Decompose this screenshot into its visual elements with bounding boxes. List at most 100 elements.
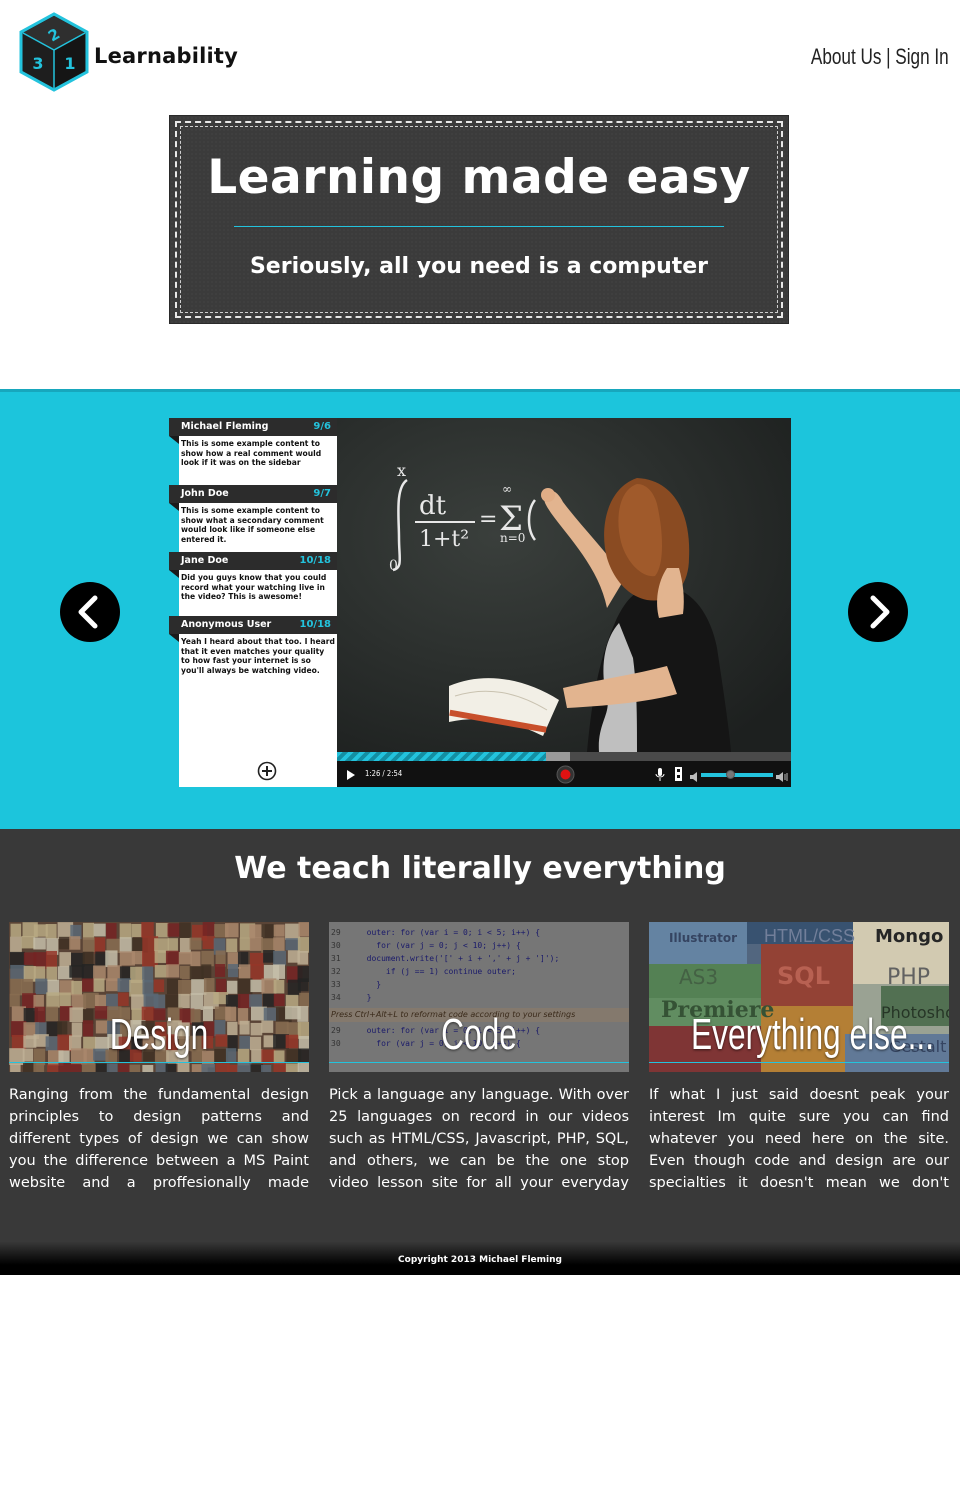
add-comment-button[interactable] (257, 761, 277, 781)
code-line-number: 33 (331, 980, 341, 989)
comment-item: Anonymous User 10/18 Yeah I heard about … (169, 616, 337, 675)
code-line-number: 30 (331, 941, 341, 950)
comment-text: This is some example content to show wha… (181, 506, 324, 544)
code-line-number: 30 (331, 1039, 341, 1048)
card-underline (329, 1062, 629, 1063)
plus-circle-icon (257, 761, 277, 781)
logo-digit-left: 3 (32, 54, 43, 73)
video-buffer-bar (546, 752, 570, 761)
formula-integral-top: x (397, 461, 406, 480)
hero-chalkboard: Learning made easy Seriously, all you ne… (169, 115, 789, 324)
comment-header: Michael Fleming 9/6 (169, 418, 337, 436)
topics-title: We teach literally everything (234, 851, 726, 886)
play-button[interactable] (346, 768, 356, 786)
play-icon (347, 770, 355, 780)
logo-digit-right: 1 (64, 54, 75, 73)
code-line-number: 31 (331, 954, 341, 963)
card-label: Everything else... (691, 1010, 934, 1059)
comment-fold (169, 570, 179, 578)
formula-integral-bottom: 0 (389, 558, 398, 574)
comment-date: 10/18 (299, 555, 331, 566)
code-line: 32 if (j == 1) continue outer; (329, 965, 629, 978)
hero-subtitle: Seriously, all you need is a computer (249, 254, 709, 279)
prev-slide-button[interactable] (60, 582, 120, 642)
volume-knob[interactable] (726, 770, 735, 779)
code-line-number: 34 (331, 993, 341, 1002)
teacher-chalkboard-image: x 0 dt 1+t² = ∞ Σ n=0 (337, 418, 791, 752)
comment-author: John Doe (181, 488, 229, 499)
design-card[interactable]: Design Ranging from the fundamental desi… (9, 922, 309, 1194)
code-thumbnail[interactable]: 29 outer: for (var i = 0; i < 5; i++) {3… (329, 922, 629, 1072)
record-button[interactable] (556, 765, 575, 787)
everything-card[interactable]: Illustrator HTML/CSS Mongo AS3 SQL PHP P… (649, 922, 949, 1194)
film-icon (675, 767, 682, 781)
formula-sum-top: ∞ (502, 482, 512, 496)
nav-separator: | (886, 44, 891, 69)
comment-author: Anonymous User (181, 619, 272, 630)
mute-button[interactable] (690, 769, 700, 787)
comment-date: 9/7 (313, 488, 331, 499)
code-card[interactable]: 29 outer: for (var i = 0; i < 5; i++) {3… (329, 922, 629, 1194)
chevron-right-icon (870, 595, 890, 629)
video-time: 1:26 / 2:54 (365, 769, 403, 778)
formula-sum-bottom: n=0 (500, 531, 525, 545)
code-line-text: } (357, 993, 372, 1002)
comment-item: Jane Doe 10/18 Did you guys know that yo… (169, 552, 337, 602)
svg-text:=: = (479, 507, 497, 532)
code-line-text: for (var j = 0; j < 10; j++) { (357, 941, 521, 950)
hero-title: Learning made easy (207, 150, 751, 205)
comment-header: Anonymous User 10/18 (169, 616, 337, 634)
brand-name[interactable]: Learnability (94, 44, 238, 68)
code-line-text: } (357, 980, 382, 989)
volume-low-icon (690, 772, 697, 782)
code-line-text: outer: for (var i = 0; i < 5; i++) { (357, 928, 541, 937)
hero-divider (234, 226, 724, 227)
volume-high-icon (776, 772, 788, 782)
comment-sidebar[interactable]: Michael Fleming 9/6 This is some example… (169, 418, 337, 787)
everything-thumbnail[interactable]: Illustrator HTML/CSS Mongo AS3 SQL PHP P… (649, 922, 949, 1072)
comment-text: Yeah I heard about that too. I heard tha… (181, 637, 335, 675)
code-line: 29 outer: for (var i = 0; i < 5; i++) { (329, 926, 629, 939)
comment-author: Michael Fleming (181, 421, 269, 432)
comment-item: John Doe 9/7 This is some example conten… (169, 485, 337, 544)
site-footer: Copyright 2013 Michael Fleming (0, 1241, 960, 1275)
code-line: 33 } (329, 978, 629, 991)
card-label: Code (441, 1010, 517, 1059)
volume-slider[interactable] (701, 770, 773, 779)
comment-item: Michael Fleming 9/6 This is some example… (169, 418, 337, 468)
comment-author: Jane Doe (181, 555, 229, 566)
logo-cube-icon[interactable]: 2 3 1 (18, 11, 90, 93)
comment-date: 10/18 (299, 619, 331, 630)
card-description: Pick a language any language. With over … (329, 1087, 629, 1191)
design-thumbnail[interactable]: Design (9, 922, 309, 1072)
comment-text: This is some example content to show how… (181, 439, 322, 468)
about-us-link[interactable]: About Us (811, 44, 882, 69)
topics-section: We teach literally everything Design Ran… (0, 829, 960, 1241)
card-description: If what I just said doesnt peak your int… (649, 1087, 949, 1191)
microphone-icon (655, 768, 665, 781)
formula-numerator: dt (419, 491, 447, 521)
card-underline (649, 1062, 949, 1063)
next-slide-button[interactable] (848, 582, 908, 642)
video-frame[interactable]: x 0 dt 1+t² = ∞ Σ n=0 1:26 / 2:54 (337, 418, 791, 787)
copyright-text: Copyright 2013 Michael Fleming (398, 1255, 562, 1265)
formula-denominator: 1+t² (419, 527, 469, 552)
card-underline (9, 1062, 309, 1063)
chevron-left-icon (78, 595, 98, 629)
quality-button[interactable] (674, 767, 683, 786)
video-progress-fill (337, 752, 546, 761)
code-line-text: if (j == 1) continue outer; (357, 967, 516, 976)
comment-fold (169, 503, 179, 511)
microphone-button[interactable] (655, 768, 665, 786)
site-header: 2 3 1 Learnability About Us | Sign In (0, 0, 960, 110)
card-label: Design (109, 1010, 209, 1059)
code-line: 30 for (var j = 0; j < 10; j++) { (329, 939, 629, 952)
comment-fold (169, 436, 179, 444)
comment-header: John Doe 9/7 (169, 485, 337, 503)
video-progress-bar[interactable] (337, 752, 791, 761)
code-line-number: 29 (331, 1026, 341, 1035)
top-nav: About Us | Sign In (811, 44, 949, 70)
sign-in-link[interactable]: Sign In (896, 44, 949, 69)
comment-text: Did you guys know that you could record … (181, 573, 327, 602)
volume-max-button[interactable] (776, 769, 788, 787)
